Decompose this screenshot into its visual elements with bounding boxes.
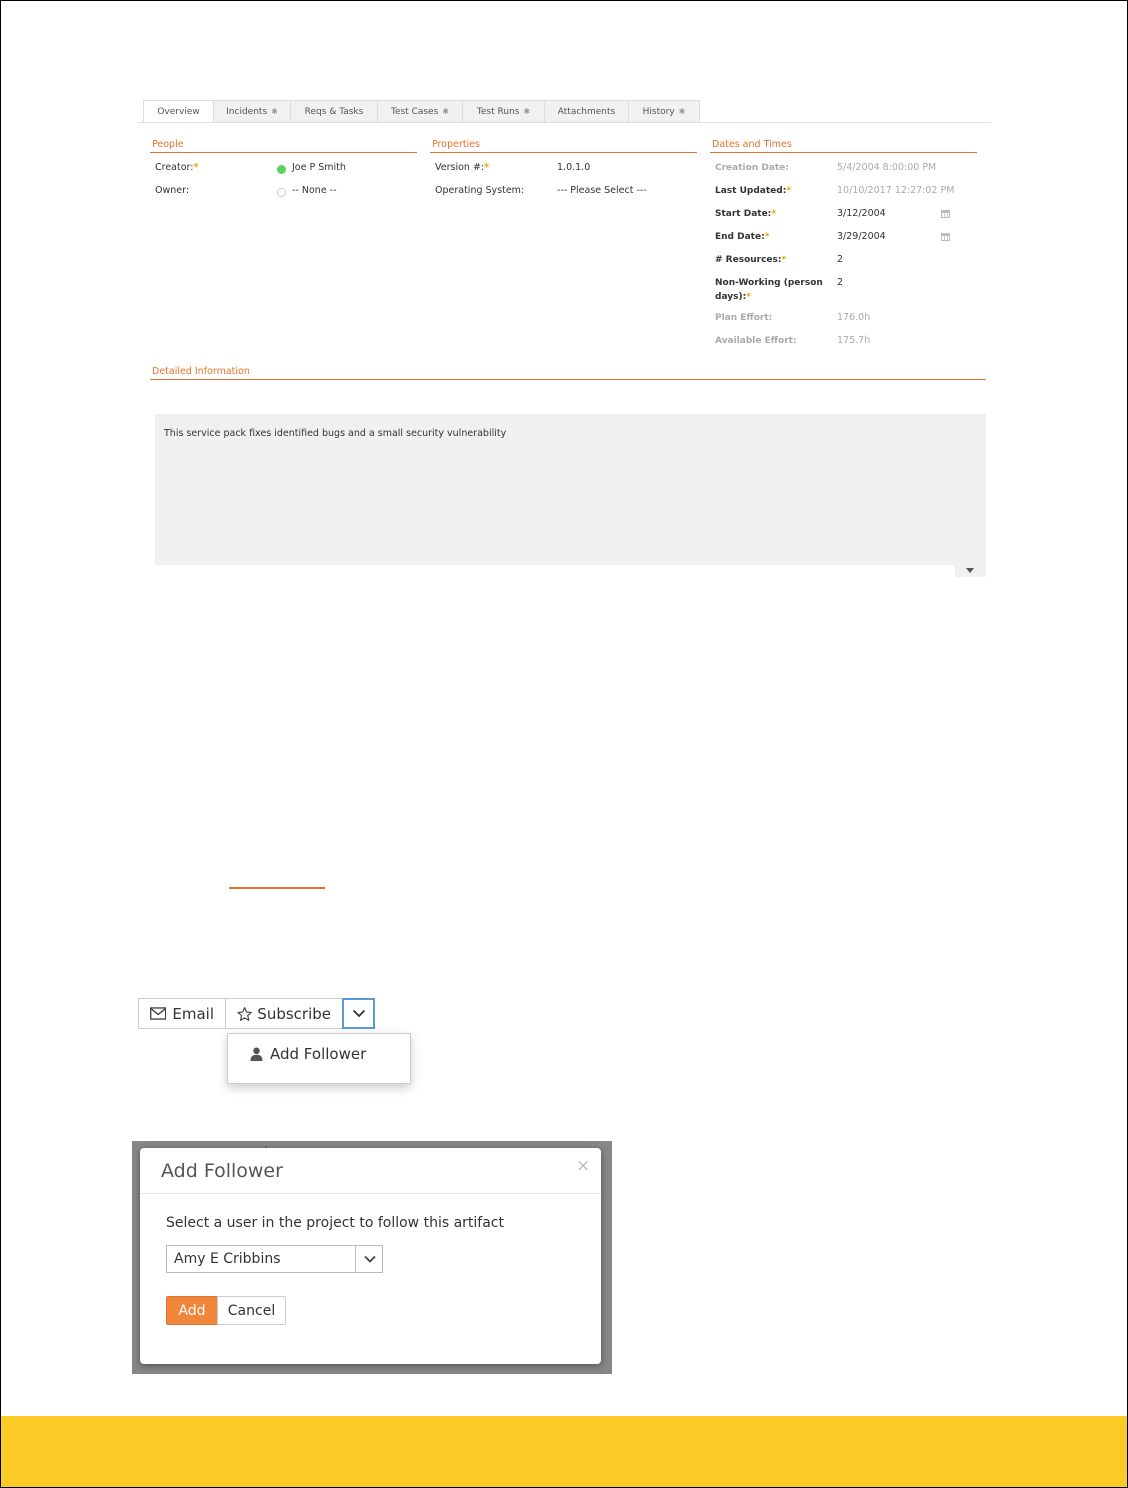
- dates-section-rule: [710, 152, 977, 153]
- properties-section-rule: [430, 152, 697, 153]
- dialog-instruction: Select a user in the project to follow t…: [166, 1215, 504, 1231]
- star-icon: [237, 1006, 252, 1021]
- last-updated-label: Last Updated:*: [715, 186, 792, 196]
- version-value[interactable]: 1.0.1.0: [557, 161, 590, 175]
- email-button[interactable]: Email: [138, 998, 226, 1029]
- caret-down-icon: [966, 568, 974, 573]
- creation-date-label: Creation Date:: [715, 163, 789, 173]
- people-section-title: People: [152, 139, 184, 150]
- os-label: Operating System:: [435, 185, 525, 196]
- tab-test-cases[interactable]: Test Cases ✱: [377, 100, 463, 122]
- dialog-title: Add Follower: [161, 1160, 283, 1182]
- available-effort-value: 175.7h: [837, 335, 871, 346]
- editor-resize-button[interactable]: [955, 565, 986, 577]
- tab-test-runs[interactable]: Test Runs ✱: [462, 100, 545, 122]
- tab-label: Test Runs: [476, 106, 520, 117]
- dialog-divider: [140, 1193, 601, 1194]
- tab-label: Overview: [157, 107, 200, 117]
- follow-button-group: Email Subscribe: [138, 998, 375, 1029]
- tab-badge-icon: ✱: [678, 107, 686, 116]
- creation-date-value: 5/4/2004 8:00:00 PM: [837, 162, 937, 173]
- user-select[interactable]: Amy E Cribbins: [166, 1245, 383, 1273]
- owner-label: Owner:: [155, 185, 190, 196]
- status-inactive-icon: [277, 188, 286, 197]
- start-date-input[interactable]: 3/12/2004: [837, 207, 886, 221]
- non-working-input[interactable]: 2: [837, 276, 843, 290]
- tab-badge-icon: ✱: [523, 107, 531, 116]
- description-text: This service pack fixes identified bugs …: [164, 428, 507, 439]
- version-label: Version #:*: [435, 162, 490, 173]
- resources-input[interactable]: 2: [837, 253, 843, 267]
- tab-label: Attachments: [557, 106, 616, 117]
- last-updated-value: 10/10/2017 12:27:02 PM: [837, 185, 955, 196]
- envelope-icon: [150, 1007, 167, 1020]
- tab-overview[interactable]: Overview: [143, 100, 214, 123]
- end-date-label: End Date:*: [715, 232, 770, 242]
- status-active-icon: [277, 165, 286, 174]
- subscribe-button[interactable]: Subscribe: [225, 998, 343, 1029]
- chevron-down-icon: [364, 1255, 376, 1263]
- subscribe-label: Subscribe: [257, 1004, 331, 1023]
- plan-effort-value: 176.0h: [837, 312, 871, 323]
- owner-value[interactable]: -- None --: [292, 184, 337, 198]
- calendar-icon[interactable]: [941, 210, 950, 218]
- select-separator: [355, 1246, 356, 1272]
- chevron-down-icon: [352, 1009, 365, 1018]
- calendar-icon[interactable]: [941, 233, 950, 241]
- user-select-value: Amy E Cribbins: [174, 1251, 281, 1267]
- os-select[interactable]: --- Please Select ---: [557, 184, 647, 198]
- add-follower-menu-item[interactable]: Add Follower: [250, 1045, 366, 1063]
- tab-badge-icon: ✱: [271, 107, 278, 116]
- user-icon: [250, 1047, 263, 1061]
- detailed-section-rule: [150, 379, 986, 380]
- start-date-label: Start Date:*: [715, 209, 776, 219]
- tab-badge-icon: ✱: [442, 107, 449, 116]
- properties-section-title: Properties: [432, 139, 481, 150]
- detailed-section-title: Detailed Information: [152, 366, 250, 377]
- tab-history[interactable]: History ✱: [628, 100, 700, 122]
- follow-dropdown-menu: Add Follower: [227, 1033, 411, 1084]
- tab-label: History: [642, 106, 675, 117]
- cancel-button[interactable]: Cancel: [217, 1296, 286, 1325]
- add-button[interactable]: Add: [166, 1296, 218, 1325]
- people-section-rule: [150, 152, 417, 153]
- resources-label: # Resources:*: [715, 255, 787, 265]
- non-working-label: Non-Working (person days):*: [715, 278, 823, 302]
- email-label: Email: [172, 1004, 214, 1023]
- add-follower-label: Add Follower: [270, 1045, 367, 1063]
- accent-divider: [229, 887, 325, 889]
- creator-label: Creator:*: [155, 162, 199, 173]
- tab-label: Test Cases: [390, 106, 439, 117]
- close-icon[interactable]: ×: [576, 1156, 590, 1176]
- add-follower-dialog: Add Follower × Select a user in the proj…: [140, 1148, 601, 1364]
- tab-divider: [138, 122, 991, 123]
- available-effort-label: Available Effort:: [715, 336, 797, 346]
- tab-label: Reqs & Tasks: [304, 106, 364, 117]
- tab-attachments[interactable]: Attachments: [544, 100, 629, 122]
- dates-section-title: Dates and Times: [712, 139, 792, 150]
- end-date-input[interactable]: 3/29/2004: [837, 230, 886, 244]
- tab-reqs-tasks[interactable]: Reqs & Tasks: [290, 100, 378, 122]
- tab-bar: Overview Incidents ✱ Reqs & Tasks Test Ca…: [143, 100, 700, 123]
- tab-label: Incidents: [226, 106, 268, 117]
- tab-incidents[interactable]: Incidents ✱: [213, 100, 291, 122]
- creator-value[interactable]: Joe P Smith: [292, 161, 346, 175]
- footer-band: [1, 1416, 1127, 1487]
- follow-dropdown-toggle[interactable]: [342, 998, 375, 1029]
- plan-effort-label: Plan Effort:: [715, 313, 773, 323]
